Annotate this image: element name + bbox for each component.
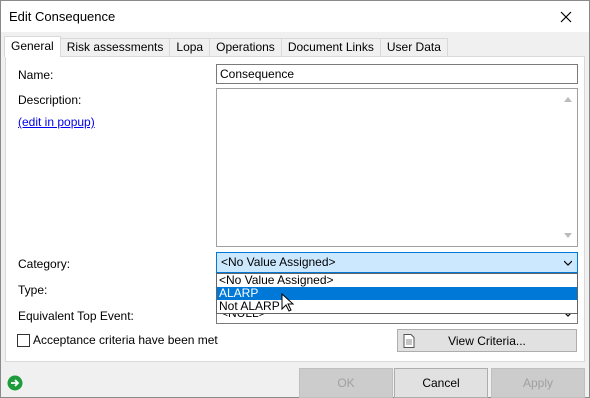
acceptance-checkbox[interactable] xyxy=(17,334,30,347)
scroll-down-icon[interactable] xyxy=(564,233,572,238)
tab-lopa[interactable]: Lopa xyxy=(169,38,211,57)
dropdown-option-not-alarp[interactable]: Not ALARP xyxy=(217,300,577,313)
tab-document-links[interactable]: Document Links xyxy=(280,38,381,57)
window-title: Edit Consequence xyxy=(9,9,116,24)
tab-user-data[interactable]: User Data xyxy=(379,38,448,57)
mouse-pointer-icon xyxy=(281,293,295,312)
description-scrollbar[interactable] xyxy=(560,89,577,246)
title-bar: Edit Consequence xyxy=(1,1,589,32)
edit-consequence-dialog: Edit Consequence General Risk assessment… xyxy=(0,0,590,398)
edit-in-popup-link[interactable]: (edit in popup) xyxy=(18,115,95,129)
dropdown-option-no-value[interactable]: <No Value Assigned> xyxy=(217,274,577,287)
view-criteria-label: View Criteria... xyxy=(448,333,526,348)
type-label: Type: xyxy=(18,283,48,297)
tab-operations[interactable]: Operations xyxy=(209,38,282,57)
acceptance-label: Acceptance criteria have been met xyxy=(33,333,218,347)
name-label: Name: xyxy=(18,68,54,82)
category-label: Category: xyxy=(18,257,71,271)
close-icon xyxy=(560,11,572,22)
tab-strip: General Risk assessments Lopa Operations… xyxy=(4,36,448,57)
description-field[interactable] xyxy=(216,88,578,247)
apply-button[interactable]: Apply xyxy=(491,368,585,398)
go-arrow-icon xyxy=(7,375,23,391)
category-dropdown-list[interactable]: <No Value Assigned> ALARP Not ALARP xyxy=(216,273,578,314)
chevron-down-icon xyxy=(564,260,572,266)
category-value: <No Value Assigned> xyxy=(221,255,336,269)
equivalent-top-event-label: Equivalent Top Event: xyxy=(18,309,134,323)
ok-button[interactable]: OK xyxy=(299,368,393,398)
document-icon xyxy=(403,334,415,348)
view-criteria-button[interactable]: View Criteria... xyxy=(397,329,577,352)
category-combobox[interactable]: <No Value Assigned> xyxy=(216,252,578,273)
cancel-button[interactable]: Cancel xyxy=(394,368,488,398)
tab-risk-assessments[interactable]: Risk assessments xyxy=(59,38,171,57)
tab-general[interactable]: General xyxy=(4,36,61,57)
name-field[interactable]: Consequence xyxy=(216,64,578,84)
scroll-up-icon[interactable] xyxy=(564,97,572,102)
close-button[interactable] xyxy=(543,1,589,32)
description-label: Description: xyxy=(18,93,82,107)
